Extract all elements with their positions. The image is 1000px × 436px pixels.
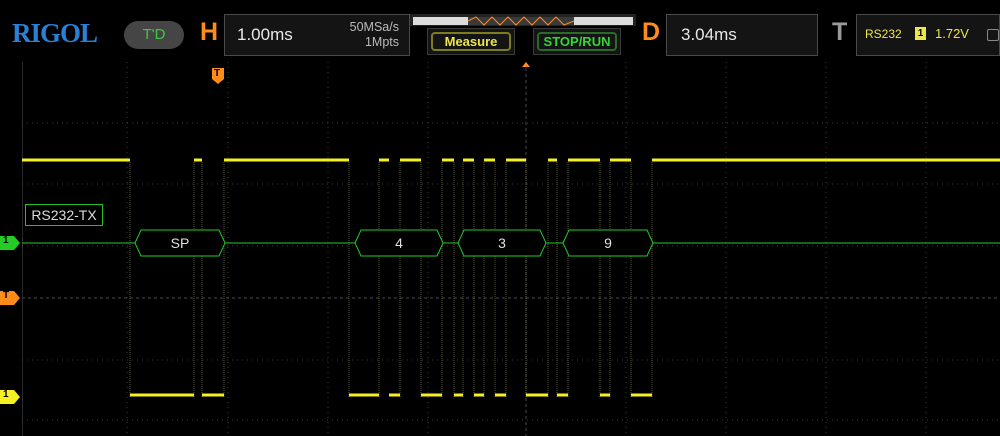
trigger-marker-label: T [214,68,221,79]
trigger-level-marker[interactable]: T [0,290,20,305]
stop-run-label: STOP/RUN [543,34,611,49]
delay-letter: D [642,18,661,46]
decode-packet-label: SP [171,235,190,251]
horizontal-timebase-box[interactable]: 1.00ms 50MSa/s 1Mpts [224,14,410,56]
decode-packet-label: 3 [498,235,506,251]
decode-packets: SP 4 3 9 [134,229,654,257]
memory-position-indicator [413,16,633,26]
decode-channel-marker[interactable]: 1 [0,235,20,250]
center-time-marker [522,62,530,67]
channel-label[interactable]: RS232-TX [25,204,103,226]
timebase-value: 1.00ms [237,25,293,44]
decode-packet-label: 9 [604,235,612,251]
delay-box[interactable]: 3.04ms [666,14,818,56]
trigger-channel-badge: 1 [915,27,926,40]
trigger-letter: T [832,18,848,46]
triggered-status-badge[interactable]: T'D [124,21,184,49]
measure-button[interactable]: Measure [427,28,515,55]
sample-rate: 50MSa/s [349,20,399,34]
trigger-position-marker[interactable]: T [212,68,224,84]
trigger-box[interactable]: RS232 1 1.72V [856,14,1000,56]
rigol-logo: RIGOL [12,18,98,48]
delay-value: 3.04ms [681,25,737,44]
ch1-marker[interactable]: 1 [0,389,20,404]
bit-edge-lines [129,162,653,397]
memory-depth: 1Mpts [364,35,399,49]
trigger-level-marker-label: T [3,290,10,301]
trigger-source: RS232 [865,27,902,41]
decode-marker-label: 1 [3,235,9,246]
measure-label: Measure [444,34,498,49]
ch1-marker-label: 1 [3,389,9,400]
top-toolbar: RIGOL T'D H 1.00ms 50MSa/s 1Mpts Measure… [0,0,1000,60]
waveform-memory-bar [410,14,636,26]
trigger-level: 1.72V [935,26,969,41]
decode-packet-label: 4 [395,235,403,251]
menu-icon[interactable] [987,29,999,41]
waveform-display: SP 4 3 9 [22,62,1000,436]
ch1-analog-trace [22,158,1000,397]
horizontal-letter: H [200,18,219,46]
stop-run-button[interactable]: STOP/RUN [533,28,621,55]
